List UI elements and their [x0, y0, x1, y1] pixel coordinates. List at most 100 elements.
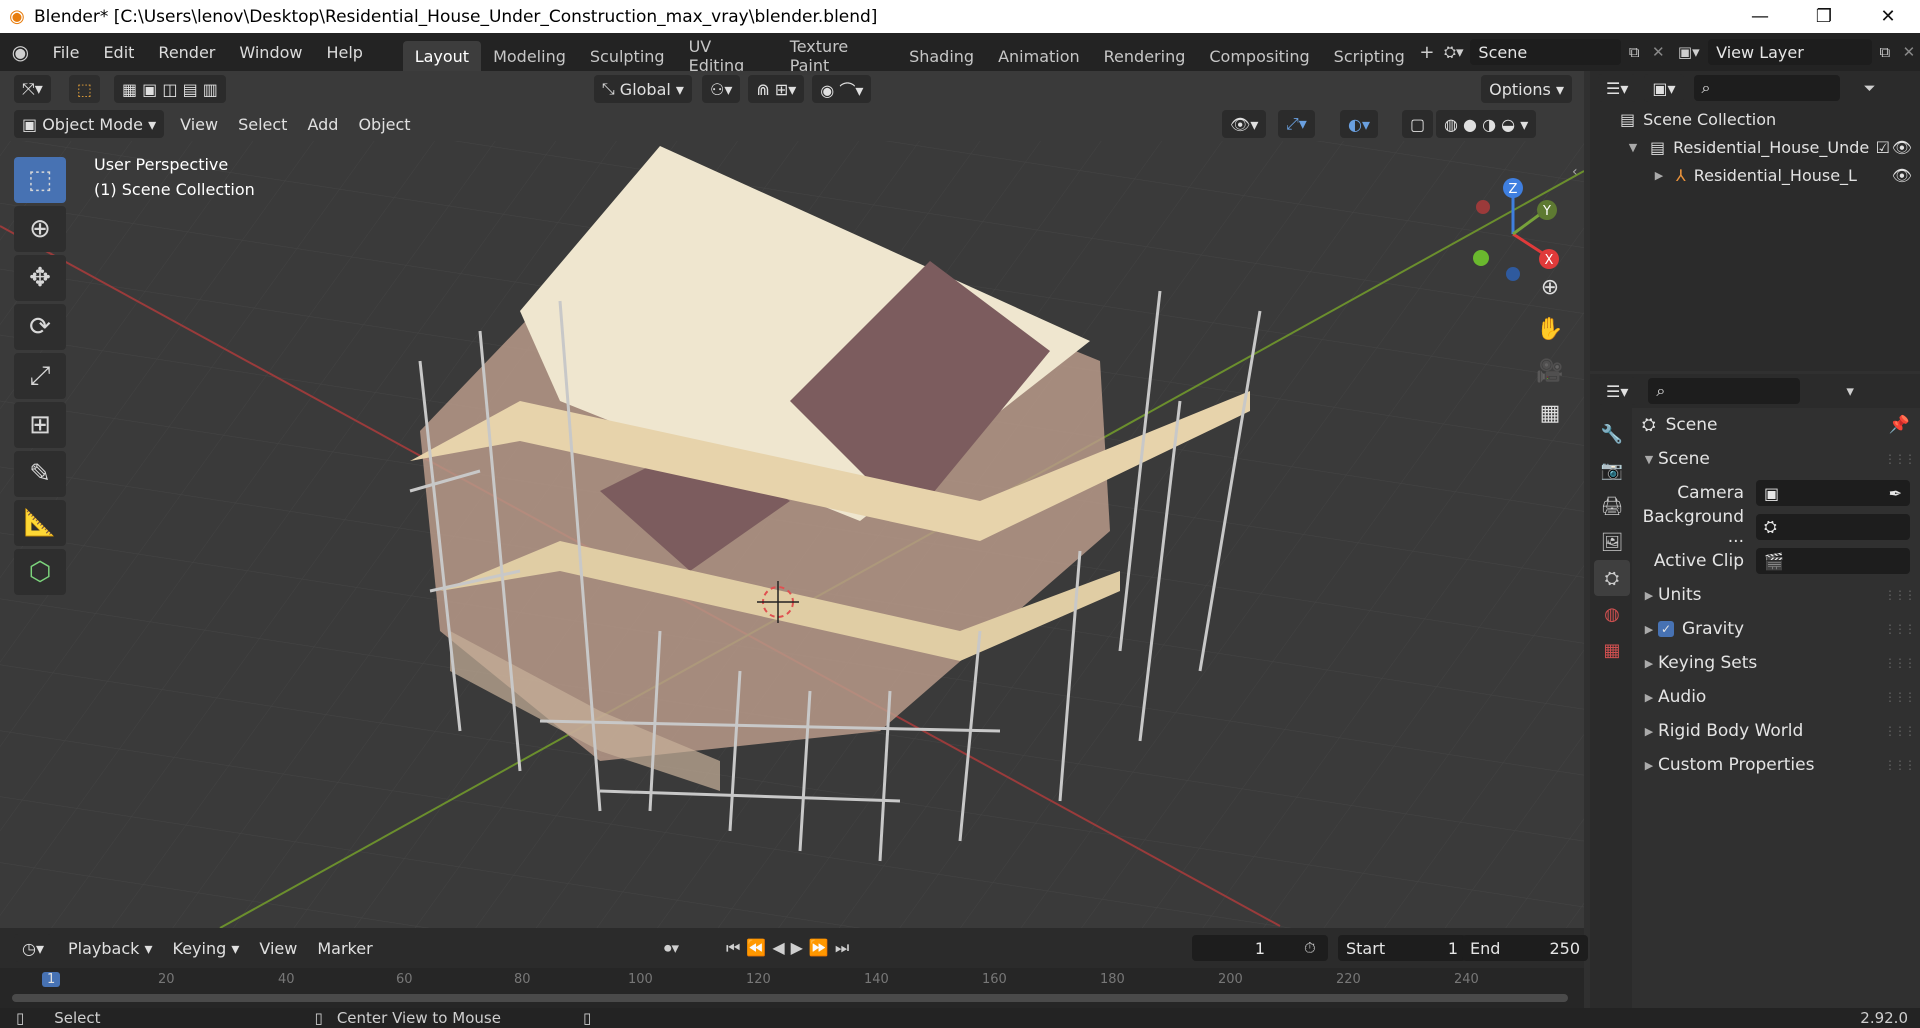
- render-tab-icon[interactable]: 📷: [1594, 452, 1630, 488]
- pivot-point-icon[interactable]: ⚇▾: [701, 75, 741, 103]
- blender-menu-icon[interactable]: ◉: [0, 40, 41, 64]
- tab-compositing[interactable]: Compositing: [1197, 41, 1321, 71]
- viewport-menu-object[interactable]: Object: [348, 109, 420, 139]
- select-tool-icon[interactable]: ⬚: [68, 75, 100, 103]
- visibility-icon[interactable]: 👁▾: [1222, 110, 1267, 138]
- xray-icon[interactable]: ▢: [1402, 110, 1434, 138]
- menu-file[interactable]: File: [41, 33, 92, 71]
- view-layer-field[interactable]: View Layer: [1708, 39, 1872, 65]
- timeline-view-menu[interactable]: View: [249, 933, 307, 963]
- properties-editor-type-icon[interactable]: ☰▾: [1598, 377, 1637, 405]
- keying-menu[interactable]: Keying ▾: [163, 933, 250, 963]
- record-keyframe-icon[interactable]: ⏺▾: [664, 939, 679, 957]
- gravity-checkbox[interactable]: ✓: [1658, 621, 1674, 637]
- timeline-scrollbar[interactable]: [12, 994, 1568, 1002]
- sidebar-toggle-icon[interactable]: ‹: [1572, 164, 1578, 180]
- audio-panel[interactable]: ▶ Audio ⋮⋮⋮: [1632, 680, 1920, 714]
- output-tab-icon[interactable]: 🖨: [1594, 488, 1630, 524]
- snap-icon[interactable]: ⋒ ⊞▾: [748, 75, 805, 103]
- timeline-ruler[interactable]: 1 20 40 60 80 100 120 140 160 180 200 22…: [0, 968, 1584, 1008]
- playback-controls[interactable]: ⏮⏪◀▶⏩⏭: [726, 938, 855, 958]
- measure-tool-icon[interactable]: 📐: [14, 500, 66, 546]
- properties-options-icon[interactable]: ▾: [1846, 382, 1854, 400]
- outliner-scene-collection[interactable]: ▤ Scene Collection: [1590, 105, 1920, 133]
- transform-orientation-dropdown[interactable]: ⤡ Global ▾: [593, 75, 692, 103]
- ortho-grid-icon[interactable]: ▦: [1532, 395, 1568, 431]
- scene-panel-header[interactable]: ▼ Scene ⋮⋮⋮: [1632, 442, 1920, 476]
- gizmo-toggle-icon[interactable]: ⤢▾: [1278, 110, 1315, 138]
- overlay-toggle-icon[interactable]: ◐▾: [1340, 110, 1378, 138]
- marker-menu[interactable]: Marker: [307, 933, 382, 963]
- camera-field[interactable]: ▣ ✒: [1756, 480, 1910, 506]
- shading-mode-icons[interactable]: ◍ ● ◑ ◒ ▾: [1436, 110, 1537, 138]
- viewport-menu-view[interactable]: View: [170, 109, 228, 139]
- tab-modeling[interactable]: Modeling: [481, 41, 578, 71]
- menu-help[interactable]: Help: [314, 33, 374, 71]
- expand-triangle-icon[interactable]: ▼: [1624, 141, 1642, 154]
- cursor-tool-icon[interactable]: ⊕: [14, 206, 66, 252]
- zoom-icon[interactable]: ⊕: [1532, 269, 1568, 305]
- playback-menu[interactable]: Playback ▾: [58, 933, 163, 963]
- delete-scene-icon[interactable]: ✕: [1647, 43, 1669, 61]
- minimize-button[interactable]: —: [1728, 0, 1792, 33]
- gravity-panel[interactable]: ▶ ✓ Gravity ⋮⋮⋮: [1632, 612, 1920, 646]
- tab-texture-paint[interactable]: Texture Paint: [778, 37, 897, 75]
- add-cube-tool-icon[interactable]: ⬡: [14, 549, 66, 595]
- 3d-viewport[interactable]: ⤧▾ ⬚ ▦ ▣ ◫ ▤ ▥ ⤡ Global ▾ ⚇▾ ⋒ ⊞▾ ◉ ⌒▾ O…: [0, 71, 1584, 928]
- menu-edit[interactable]: Edit: [91, 33, 146, 71]
- pan-hand-icon[interactable]: ✋: [1532, 311, 1568, 347]
- annotate-tool-icon[interactable]: ✎: [14, 451, 66, 497]
- options-dropdown[interactable]: Options ▾: [1481, 75, 1572, 103]
- scene-name-field[interactable]: Scene: [1470, 39, 1622, 65]
- outliner-display-mode-icon[interactable]: ▣▾: [1644, 74, 1684, 102]
- close-button[interactable]: ✕: [1856, 0, 1920, 33]
- mode-dropdown[interactable]: ▣ Object Mode ▾: [14, 110, 165, 138]
- eyedropper-icon[interactable]: ✒: [1889, 484, 1902, 503]
- scene-icon[interactable]: ⛭▾: [1437, 43, 1470, 61]
- viewport-menu-select[interactable]: Select: [228, 109, 297, 139]
- selection-mode-icons[interactable]: ▦ ▣ ◫ ▤ ▥: [113, 75, 226, 103]
- transform-tool-icon[interactable]: ⊞: [14, 402, 66, 448]
- expand-triangle-icon[interactable]: ▶: [1650, 169, 1668, 182]
- select-box-tool-icon[interactable]: ⬚: [14, 157, 66, 203]
- preview-range-icon[interactable]: ⏱: [1304, 939, 1316, 957]
- outliner-filter-icon[interactable]: ⏷: [1864, 79, 1876, 97]
- scene-tab-icon[interactable]: ⛭: [1594, 560, 1630, 596]
- move-tool-icon[interactable]: ✥: [14, 255, 66, 301]
- world-tab-icon[interactable]: ◍: [1594, 596, 1630, 632]
- playhead[interactable]: 1: [42, 972, 61, 987]
- tool-tab-icon[interactable]: 🔧: [1594, 416, 1630, 452]
- tab-scripting[interactable]: Scripting: [1322, 41, 1417, 71]
- end-frame-field[interactable]: End 250: [1462, 935, 1588, 961]
- menu-render[interactable]: Render: [146, 33, 227, 71]
- camera-view-icon[interactable]: 🎥: [1532, 353, 1568, 389]
- add-workspace-button[interactable]: +: [1417, 42, 1437, 63]
- scale-tool-icon[interactable]: ⤢: [14, 353, 66, 399]
- tab-sculpting[interactable]: Sculpting: [578, 41, 677, 71]
- proportional-edit-icon[interactable]: ◉ ⌒▾: [812, 75, 872, 103]
- visibility-eye-icon[interactable]: 👁: [1892, 166, 1912, 185]
- pin-icon[interactable]: 📌: [1889, 415, 1910, 435]
- timeline-editor-type-icon[interactable]: ◷▾: [14, 934, 52, 962]
- tab-shading[interactable]: Shading: [897, 41, 986, 71]
- outliner-search-input[interactable]: ⌕: [1693, 75, 1840, 101]
- start-frame-field[interactable]: Start 1: [1338, 935, 1466, 961]
- active-clip-field[interactable]: 🎬: [1756, 548, 1910, 574]
- new-view-layer-icon[interactable]: ⧉: [1872, 43, 1898, 61]
- properties-search-input[interactable]: ⌕: [1648, 378, 1801, 404]
- new-scene-icon[interactable]: ⧉: [1621, 43, 1647, 61]
- units-panel[interactable]: ▶ Units ⋮⋮⋮: [1632, 578, 1920, 612]
- outliner-object-row[interactable]: ▶ ⅄ Residential_House_L 👁: [1590, 161, 1920, 189]
- tab-animation[interactable]: Animation: [986, 41, 1092, 71]
- tab-layout[interactable]: Layout: [402, 41, 482, 71]
- restore-button[interactable]: ❐: [1792, 0, 1856, 33]
- rigid-body-world-panel[interactable]: ▶ Rigid Body World ⋮⋮⋮: [1632, 714, 1920, 748]
- texture-tab-icon[interactable]: ▦: [1594, 632, 1630, 668]
- tab-uv-editing[interactable]: UV Editing: [677, 37, 778, 75]
- editor-type-icon[interactable]: ⤧▾: [14, 75, 51, 103]
- outliner-collection-row[interactable]: ▼ ▤ Residential_House_Unde ☑ 👁: [1590, 133, 1920, 161]
- tab-rendering[interactable]: Rendering: [1092, 41, 1198, 71]
- viewport-menu-add[interactable]: Add: [297, 109, 348, 139]
- delete-view-layer-icon[interactable]: ✕: [1898, 43, 1920, 61]
- menu-window[interactable]: Window: [227, 33, 314, 71]
